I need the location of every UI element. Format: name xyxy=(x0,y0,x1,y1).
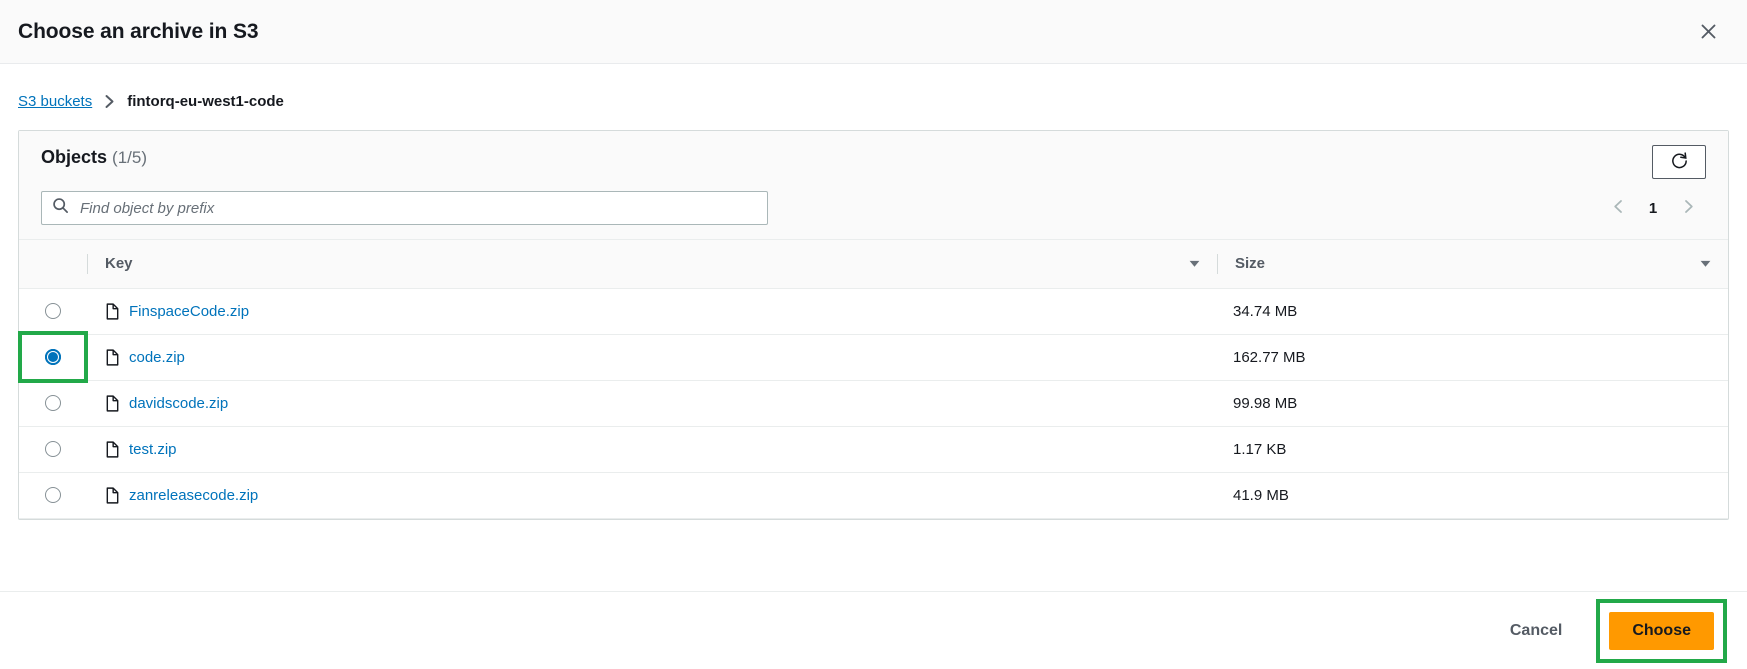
row-key-cell: code.zip xyxy=(87,333,1217,381)
chevron-right-icon xyxy=(103,94,116,109)
object-size: 34.74 MB xyxy=(1233,302,1298,320)
objects-table: Key Size FinspaceCode.zip 34.74 MB code.… xyxy=(19,240,1728,519)
table-row[interactable]: zanreleasecode.zip 41.9 MB xyxy=(19,472,1728,519)
breadcrumb-current-bucket: fintorq-eu-west1-code xyxy=(127,92,284,110)
modal-header: Choose an archive in S3 xyxy=(0,0,1747,64)
object-key-link[interactable]: zanreleasecode.zip xyxy=(129,487,258,504)
search-input[interactable] xyxy=(78,198,757,218)
objects-heading: Objects (1/5) xyxy=(41,145,147,168)
file-icon xyxy=(105,440,120,458)
object-key-link[interactable]: FinspaceCode.zip xyxy=(129,303,249,320)
row-radio[interactable] xyxy=(45,441,61,457)
table-row[interactable]: test.zip 1.17 KB xyxy=(19,426,1728,473)
row-size-cell: 1.17 KB xyxy=(1217,426,1728,473)
file-icon xyxy=(105,302,120,320)
row-radio[interactable] xyxy=(45,395,61,411)
objects-count: (1/5) xyxy=(112,148,148,167)
file-icon xyxy=(105,348,120,366)
row-key-cell: zanreleasecode.zip xyxy=(87,472,1217,519)
table-row[interactable]: code.zip 162.77 MB xyxy=(19,333,1728,381)
modal-footer: Cancel Choose xyxy=(0,591,1747,669)
row-key-cell: davidscode.zip xyxy=(87,380,1217,427)
pagination: 1 xyxy=(1602,192,1704,224)
breadcrumb-link-s3-buckets[interactable]: S3 buckets xyxy=(18,93,92,110)
pagination-next-button[interactable] xyxy=(1672,192,1704,224)
refresh-button[interactable] xyxy=(1652,145,1706,179)
file-icon xyxy=(105,394,120,412)
column-header-key: Key xyxy=(87,240,1217,289)
row-size-cell: 162.77 MB xyxy=(1217,333,1728,381)
row-select-cell[interactable] xyxy=(19,426,87,473)
column-header-size-label: Size xyxy=(1235,255,1266,273)
choose-button-annotation: Choose xyxy=(1596,598,1727,663)
row-select-cell[interactable] xyxy=(19,333,87,381)
chevron-left-icon xyxy=(1612,199,1625,217)
row-radio-selected[interactable] xyxy=(45,349,61,365)
pagination-prev-button[interactable] xyxy=(1602,192,1634,224)
table-header-row: Key Size xyxy=(19,240,1728,289)
column-header-select xyxy=(19,240,87,289)
object-size: 162.77 MB xyxy=(1233,348,1306,366)
objects-container-header: Objects (1/5) Find object by prefix 1 xyxy=(19,131,1728,240)
row-radio[interactable] xyxy=(45,487,61,503)
objects-container: Objects (1/5) Find object by prefix 1 Ke… xyxy=(18,130,1729,520)
choose-button[interactable]: Choose xyxy=(1609,611,1714,650)
row-size-cell: 34.74 MB xyxy=(1217,288,1728,335)
close-icon[interactable] xyxy=(1691,15,1725,49)
objects-heading-label: Objects xyxy=(41,147,108,167)
page-title: Choose an archive in S3 xyxy=(18,19,259,43)
column-header-key-label: Key xyxy=(105,255,133,273)
breadcrumb: S3 buckets fintorq-eu-west1-code xyxy=(18,78,1729,124)
file-icon xyxy=(105,486,120,504)
row-select-cell[interactable] xyxy=(19,380,87,427)
row-select-cell[interactable] xyxy=(19,472,87,519)
search-icon xyxy=(52,197,69,219)
row-key-cell: FinspaceCode.zip xyxy=(87,288,1217,335)
row-size-cell: 41.9 MB xyxy=(1217,472,1728,519)
column-header-size: Size xyxy=(1217,240,1728,289)
table-row[interactable]: FinspaceCode.zip 34.74 MB xyxy=(19,288,1728,335)
object-key-link[interactable]: davidscode.zip xyxy=(129,395,228,412)
modal-body: S3 buckets fintorq-eu-west1-code Objects… xyxy=(0,64,1747,591)
object-key-link[interactable]: code.zip xyxy=(129,349,185,366)
row-size-cell: 99.98 MB xyxy=(1217,380,1728,427)
objects-table-body: FinspaceCode.zip 34.74 MB code.zip 162.77 M… xyxy=(19,288,1728,519)
object-size: 99.98 MB xyxy=(1233,394,1298,412)
object-key-link[interactable]: test.zip xyxy=(129,441,177,458)
row-select-cell[interactable] xyxy=(19,288,87,335)
pagination-page-1[interactable]: 1 xyxy=(1638,200,1668,217)
row-radio[interactable] xyxy=(45,303,61,319)
caret-down-icon[interactable] xyxy=(1699,257,1712,270)
refresh-icon xyxy=(1670,151,1689,173)
cancel-button[interactable]: Cancel xyxy=(1496,613,1576,649)
caret-down-icon[interactable] xyxy=(1188,257,1201,270)
s3-archive-chooser-modal: Choose an archive in S3 S3 buckets finto… xyxy=(0,0,1747,669)
object-size: 41.9 MB xyxy=(1233,486,1289,504)
table-row[interactable]: davidscode.zip 99.98 MB xyxy=(19,380,1728,427)
object-size: 1.17 KB xyxy=(1233,440,1287,458)
row-key-cell: test.zip xyxy=(87,426,1217,473)
search-box[interactable] xyxy=(41,191,768,225)
chevron-right-icon xyxy=(1682,199,1695,217)
